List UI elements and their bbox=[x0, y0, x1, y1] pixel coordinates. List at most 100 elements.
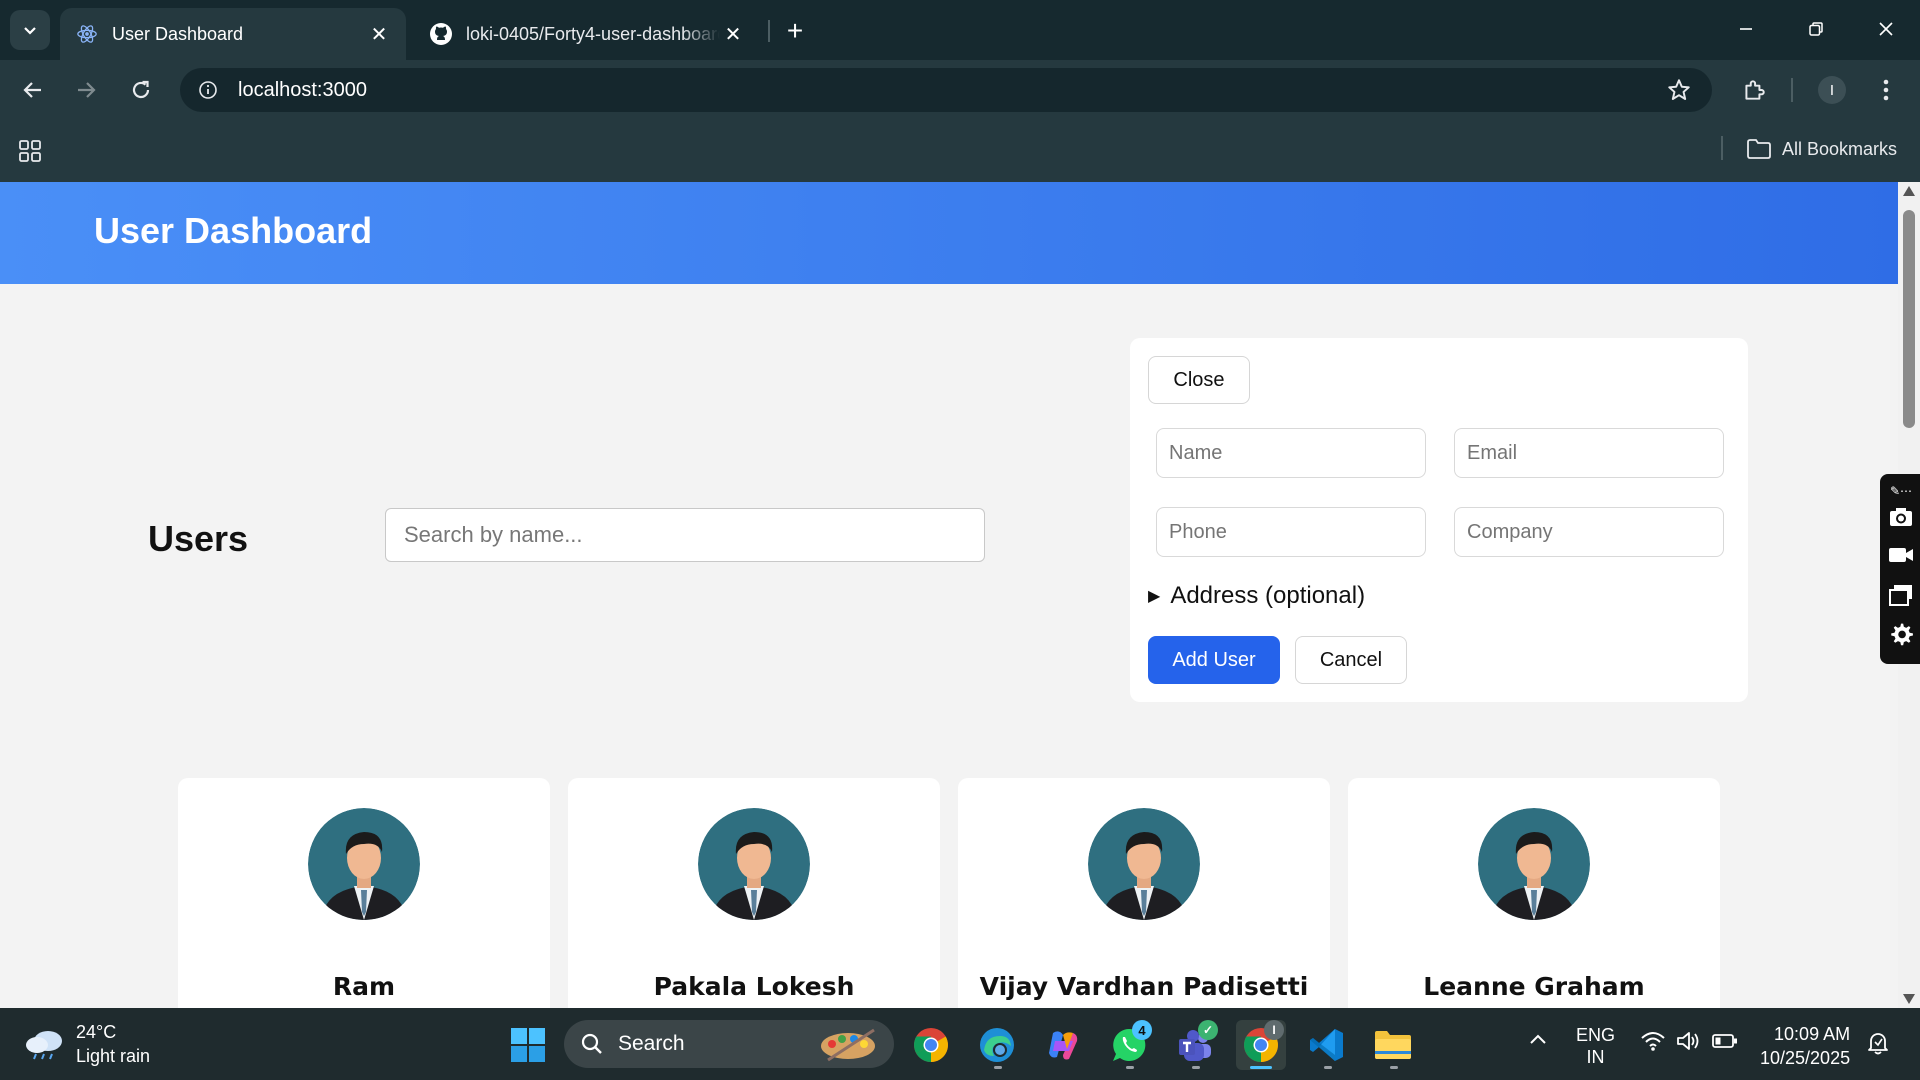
running-indicator bbox=[994, 1066, 1002, 1069]
status-check-icon: ✓ bbox=[1198, 1020, 1218, 1040]
running-indicator bbox=[1324, 1066, 1332, 1069]
email-field[interactable] bbox=[1454, 428, 1724, 478]
chrome-app[interactable] bbox=[906, 1020, 956, 1070]
bookmarks-divider bbox=[1721, 136, 1723, 160]
page-viewport: User Dashboard Users Close ▶ Address (op… bbox=[0, 182, 1898, 1008]
tab-user-dashboard[interactable]: User Dashboard ✕ bbox=[60, 8, 406, 60]
company-field[interactable] bbox=[1454, 507, 1724, 557]
window-capture-icon[interactable] bbox=[1888, 582, 1914, 608]
phone-field[interactable] bbox=[1156, 507, 1426, 557]
more-vertical-icon bbox=[1883, 79, 1889, 101]
taskbar-search[interactable]: Search bbox=[564, 1020, 894, 1068]
scroll-down-icon[interactable] bbox=[1903, 994, 1915, 1004]
all-bookmarks-button[interactable]: All Bookmarks bbox=[1746, 134, 1897, 164]
cancel-button[interactable]: Cancel bbox=[1295, 636, 1407, 684]
chrome-icon bbox=[914, 1028, 948, 1062]
taskbar-search-label: Search bbox=[618, 1032, 685, 1055]
start-button[interactable] bbox=[503, 1020, 553, 1070]
language-indicator[interactable]: ENG IN bbox=[1576, 1024, 1615, 1068]
vscode-icon bbox=[1310, 1029, 1343, 1061]
new-tab-button[interactable]: + bbox=[778, 14, 812, 48]
user-avatar bbox=[698, 808, 810, 920]
clock[interactable]: 10:09 AM 10/25/2025 bbox=[1760, 1022, 1850, 1070]
camera-icon[interactable] bbox=[1888, 504, 1914, 530]
reload-button[interactable] bbox=[121, 70, 161, 110]
menu-button[interactable] bbox=[1866, 70, 1906, 110]
file-explorer-app[interactable] bbox=[1368, 1020, 1418, 1070]
users-heading: Users bbox=[148, 518, 249, 559]
arrow-left-icon bbox=[23, 82, 41, 98]
clock-time: 10:09 AM bbox=[1774, 1024, 1851, 1044]
arrow-right-icon bbox=[78, 82, 96, 98]
language-line2: IN bbox=[1586, 1047, 1605, 1067]
search-input[interactable] bbox=[385, 508, 985, 562]
teams-app[interactable]: ✓ bbox=[1170, 1020, 1220, 1070]
apps-grid-icon[interactable] bbox=[18, 139, 42, 168]
close-tab-icon[interactable]: ✕ bbox=[366, 21, 392, 47]
profile-button[interactable]: I bbox=[1812, 70, 1852, 110]
system-tray-icons[interactable] bbox=[1640, 1030, 1738, 1052]
user-avatar bbox=[1478, 808, 1590, 920]
folder-icon bbox=[1375, 1031, 1411, 1059]
site-info-icon[interactable] bbox=[190, 72, 226, 108]
vscode-app[interactable] bbox=[1302, 1020, 1352, 1070]
windows-taskbar: 24°C Light rain Search 4 ✓ I ENG IN 10:0… bbox=[0, 1008, 1920, 1080]
close-tab-icon[interactable]: ✕ bbox=[720, 21, 746, 47]
active-indicator bbox=[1250, 1066, 1272, 1069]
caret-right-icon: ▶ bbox=[1148, 588, 1161, 605]
page-title: User Dashboard bbox=[94, 210, 373, 251]
copilot-app[interactable] bbox=[1038, 1020, 1088, 1070]
address-bar[interactable]: localhost:3000 bbox=[180, 68, 1712, 112]
close-button[interactable]: Close bbox=[1148, 356, 1250, 404]
tab-search-button[interactable] bbox=[10, 10, 50, 50]
app-header: User Dashboard bbox=[0, 182, 1898, 284]
address-toggle[interactable]: ▶ Address (optional) bbox=[1148, 582, 1365, 610]
add-user-button[interactable]: Add User bbox=[1148, 636, 1280, 684]
back-button[interactable] bbox=[13, 70, 53, 110]
minimize-icon bbox=[1740, 28, 1752, 30]
restore-button[interactable] bbox=[1786, 8, 1846, 50]
restore-icon bbox=[1809, 22, 1823, 36]
forward-button[interactable] bbox=[66, 70, 106, 110]
weather-temp: 24°C bbox=[76, 1022, 117, 1042]
scrollbar-thumb[interactable] bbox=[1903, 210, 1915, 428]
close-window-button[interactable] bbox=[1856, 8, 1916, 50]
copilot-icon bbox=[1049, 1031, 1078, 1060]
user-card[interactable]: Vijay Vardhan Padisetti bbox=[958, 778, 1330, 1008]
weather-desc: Light rain bbox=[76, 1046, 151, 1066]
edge-app[interactable] bbox=[972, 1020, 1022, 1070]
close-icon bbox=[1879, 22, 1893, 36]
name-field[interactable] bbox=[1156, 428, 1426, 478]
minimize-button[interactable] bbox=[1716, 8, 1776, 50]
pin-icon[interactable]: ✎⋯ bbox=[1888, 478, 1914, 504]
github-icon bbox=[428, 21, 454, 47]
user-name: Ram bbox=[332, 972, 396, 1001]
scroll-up-icon[interactable] bbox=[1903, 186, 1915, 196]
running-indicator bbox=[1390, 1066, 1398, 1069]
gear-icon[interactable] bbox=[1888, 622, 1914, 648]
user-name: Vijay Vardhan Padisetti bbox=[979, 972, 1309, 1001]
windows-logo-icon bbox=[511, 1028, 545, 1062]
whatsapp-app[interactable]: 4 bbox=[1104, 1020, 1154, 1070]
clock-date: 10/25/2025 bbox=[1760, 1048, 1851, 1068]
chrome-profile-app[interactable]: I bbox=[1236, 1020, 1286, 1070]
toolbar-divider bbox=[1791, 78, 1793, 102]
notification-bell-icon[interactable] bbox=[1866, 1030, 1890, 1061]
url-text: localhost:3000 bbox=[238, 78, 367, 101]
user-name: Leanne Graham bbox=[1423, 972, 1645, 1001]
puzzle-icon bbox=[1745, 80, 1765, 100]
tray-overflow-icon[interactable] bbox=[1528, 1032, 1548, 1051]
add-user-form: Close ▶ Address (optional) Add User Canc… bbox=[1130, 338, 1748, 702]
video-camera-icon[interactable] bbox=[1888, 542, 1914, 568]
running-indicator bbox=[1126, 1066, 1134, 1069]
weather-widget[interactable]: 24°C Light rain bbox=[24, 1020, 150, 1068]
battery-icon bbox=[1712, 1034, 1737, 1048]
browser-tab-strip: User Dashboard ✕ loki-0405/Forty4-user-d… bbox=[0, 0, 1920, 60]
tab-github-repo[interactable]: loki-0405/Forty4-user-dashboard ✕ bbox=[414, 8, 760, 60]
bookmark-star-icon[interactable] bbox=[1666, 77, 1692, 108]
extensions-button[interactable] bbox=[1734, 70, 1774, 110]
user-card[interactable]: Pakala Lokesh bbox=[568, 778, 940, 1008]
user-card[interactable]: Ram bbox=[178, 778, 550, 1008]
bookmarks-bar: All Bookmarks bbox=[0, 120, 1920, 182]
user-card[interactable]: Leanne Graham bbox=[1348, 778, 1720, 1008]
